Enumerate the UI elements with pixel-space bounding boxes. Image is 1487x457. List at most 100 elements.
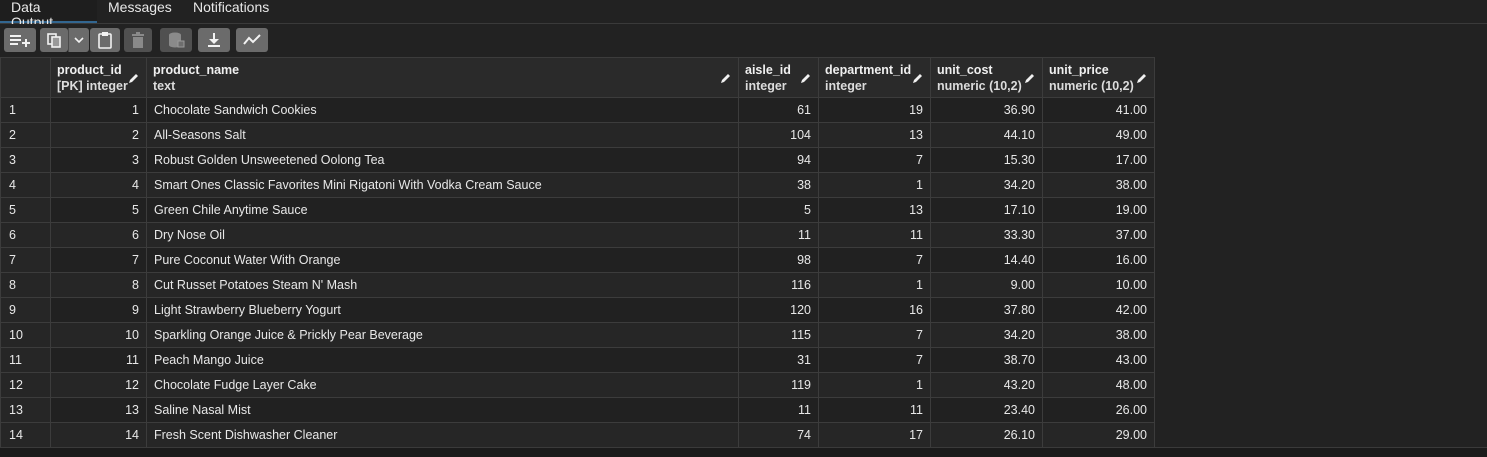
cell-unit-cost[interactable]: 34.20 — [930, 322, 1043, 348]
cell-product-name[interactable]: All-Seasons Salt — [146, 122, 739, 148]
cell-unit-price[interactable]: 26.00 — [1042, 397, 1155, 423]
cell-product-name[interactable]: Robust Golden Unsweetened Oolong Tea — [146, 147, 739, 173]
cell-product-id[interactable]: 12 — [50, 372, 147, 398]
row-number[interactable]: 4 — [0, 172, 51, 198]
cell-department-id[interactable]: 13 — [818, 197, 931, 223]
cell-product-name[interactable]: Cut Russet Potatoes Steam N' Mash — [146, 272, 739, 298]
cell-unit-cost[interactable]: 44.10 — [930, 122, 1043, 148]
row-number[interactable]: 5 — [0, 197, 51, 223]
cell-product-name[interactable]: Dry Nose Oil — [146, 222, 739, 248]
cell-product-name[interactable]: Saline Nasal Mist — [146, 397, 739, 423]
cell-product-name[interactable]: Light Strawberry Blueberry Yogurt — [146, 297, 739, 323]
cell-unit-price[interactable]: 10.00 — [1042, 272, 1155, 298]
cell-unit-cost[interactable]: 36.90 — [930, 97, 1043, 123]
cell-product-id[interactable]: 11 — [50, 347, 147, 373]
cell-product-name[interactable]: Fresh Scent Dishwasher Cleaner — [146, 422, 739, 448]
cell-unit-price[interactable]: 48.00 — [1042, 372, 1155, 398]
row-number[interactable]: 6 — [0, 222, 51, 248]
tab-notifications[interactable]: Notifications — [182, 0, 287, 23]
cell-product-id[interactable]: 2 — [50, 122, 147, 148]
cell-department-id[interactable]: 19 — [818, 97, 931, 123]
cell-department-id[interactable]: 1 — [818, 272, 931, 298]
table-row[interactable]: 2 2 All-Seasons Salt 104 13 44.10 49.00 — [0, 122, 1155, 148]
cell-product-id[interactable]: 7 — [50, 247, 147, 273]
cell-product-name[interactable]: Pure Coconut Water With Orange — [146, 247, 739, 273]
edit-pencil-icon[interactable] — [128, 72, 140, 84]
column-header-department-id[interactable]: department_id integer — [818, 57, 931, 98]
column-header-unit-price[interactable]: unit_price numeric (10,2) — [1042, 57, 1155, 98]
graph-visualiser-button[interactable] — [236, 28, 268, 52]
cell-department-id[interactable]: 11 — [818, 222, 931, 248]
table-row[interactable]: 5 5 Green Chile Anytime Sauce 5 13 17.10 19.00 — [0, 197, 1155, 223]
table-row[interactable]: 6 6 Dry Nose Oil 11 11 33.30 37.00 — [0, 222, 1155, 248]
cell-unit-price[interactable]: 19.00 — [1042, 197, 1155, 223]
row-number[interactable]: 9 — [0, 297, 51, 323]
table-row[interactable]: 9 9 Light Strawberry Blueberry Yogurt 120 16… — [0, 297, 1155, 323]
cell-product-name[interactable]: Sparkling Orange Juice & Prickly Pear Be… — [146, 322, 739, 348]
cell-product-id[interactable]: 14 — [50, 422, 147, 448]
row-number[interactable]: 10 — [0, 322, 51, 348]
copy-options-button[interactable] — [68, 28, 89, 52]
table-row[interactable]: 4 4 Smart Ones Classic Favorites Mini Riga… — [0, 172, 1155, 198]
cell-unit-cost[interactable]: 17.10 — [930, 197, 1043, 223]
cell-unit-cost[interactable]: 37.80 — [930, 297, 1043, 323]
cell-department-id[interactable]: 16 — [818, 297, 931, 323]
column-header-unit-cost[interactable]: unit_cost numeric (10,2) — [930, 57, 1043, 98]
cell-aisle-id[interactable]: 120 — [738, 297, 819, 323]
row-number[interactable]: 3 — [0, 147, 51, 173]
cell-product-id[interactable]: 1 — [50, 97, 147, 123]
cell-unit-price[interactable]: 17.00 — [1042, 147, 1155, 173]
edit-pencil-icon[interactable] — [912, 72, 924, 84]
cell-unit-cost[interactable]: 34.20 — [930, 172, 1043, 198]
cell-department-id[interactable]: 17 — [818, 422, 931, 448]
cell-aisle-id[interactable]: 61 — [738, 97, 819, 123]
cell-unit-cost[interactable]: 26.10 — [930, 422, 1043, 448]
cell-aisle-id[interactable]: 115 — [738, 322, 819, 348]
cell-aisle-id[interactable]: 11 — [738, 222, 819, 248]
cell-product-id[interactable]: 6 — [50, 222, 147, 248]
cell-product-name[interactable]: Chocolate Sandwich Cookies — [146, 97, 739, 123]
cell-aisle-id[interactable]: 119 — [738, 372, 819, 398]
cell-unit-price[interactable]: 16.00 — [1042, 247, 1155, 273]
column-header-product-name[interactable]: product_name text — [146, 57, 739, 98]
cell-unit-price[interactable]: 41.00 — [1042, 97, 1155, 123]
cell-department-id[interactable]: 1 — [818, 372, 931, 398]
cell-department-id[interactable]: 7 — [818, 322, 931, 348]
cell-unit-cost[interactable]: 43.20 — [930, 372, 1043, 398]
cell-unit-price[interactable]: 49.00 — [1042, 122, 1155, 148]
cell-department-id[interactable]: 11 — [818, 397, 931, 423]
paste-button[interactable] — [90, 28, 120, 52]
cell-unit-cost[interactable]: 23.40 — [930, 397, 1043, 423]
edit-pencil-icon[interactable] — [1136, 72, 1148, 84]
cell-unit-price[interactable]: 43.00 — [1042, 347, 1155, 373]
row-number[interactable]: 11 — [0, 347, 51, 373]
row-number[interactable]: 1 — [0, 97, 51, 123]
cell-unit-price[interactable]: 29.00 — [1042, 422, 1155, 448]
cell-product-id[interactable]: 10 — [50, 322, 147, 348]
edit-pencil-icon[interactable] — [800, 72, 812, 84]
table-row[interactable]: 13 13 Saline Nasal Mist 11 11 23.40 26.00 — [0, 397, 1155, 423]
table-row[interactable]: 3 3 Robust Golden Unsweetened Oolong Tea 94… — [0, 147, 1155, 173]
cell-unit-cost[interactable]: 15.30 — [930, 147, 1043, 173]
cell-unit-cost[interactable]: 33.30 — [930, 222, 1043, 248]
add-row-button[interactable] — [4, 28, 36, 52]
cell-aisle-id[interactable]: 5 — [738, 197, 819, 223]
cell-product-id[interactable]: 3 — [50, 147, 147, 173]
cell-aisle-id[interactable]: 11 — [738, 397, 819, 423]
edit-pencil-icon[interactable] — [720, 72, 732, 84]
cell-product-id[interactable]: 5 — [50, 197, 147, 223]
cell-department-id[interactable]: 7 — [818, 347, 931, 373]
download-button[interactable] — [198, 28, 230, 52]
cell-unit-price[interactable]: 38.00 — [1042, 172, 1155, 198]
row-number[interactable]: 7 — [0, 247, 51, 273]
cell-department-id[interactable]: 7 — [818, 147, 931, 173]
cell-unit-price[interactable]: 38.00 — [1042, 322, 1155, 348]
cell-product-id[interactable]: 8 — [50, 272, 147, 298]
tab-data-output[interactable]: Data Output — [0, 0, 97, 30]
table-row[interactable]: 8 8 Cut Russet Potatoes Steam N' Mash 116 1 9… — [0, 272, 1155, 298]
cell-product-name[interactable]: Green Chile Anytime Sauce — [146, 197, 739, 223]
cell-aisle-id[interactable]: 116 — [738, 272, 819, 298]
table-row[interactable]: 1 1 Chocolate Sandwich Cookies 61 19 36.90 41.… — [0, 97, 1155, 123]
save-data-button[interactable] — [160, 28, 192, 52]
cell-department-id[interactable]: 13 — [818, 122, 931, 148]
